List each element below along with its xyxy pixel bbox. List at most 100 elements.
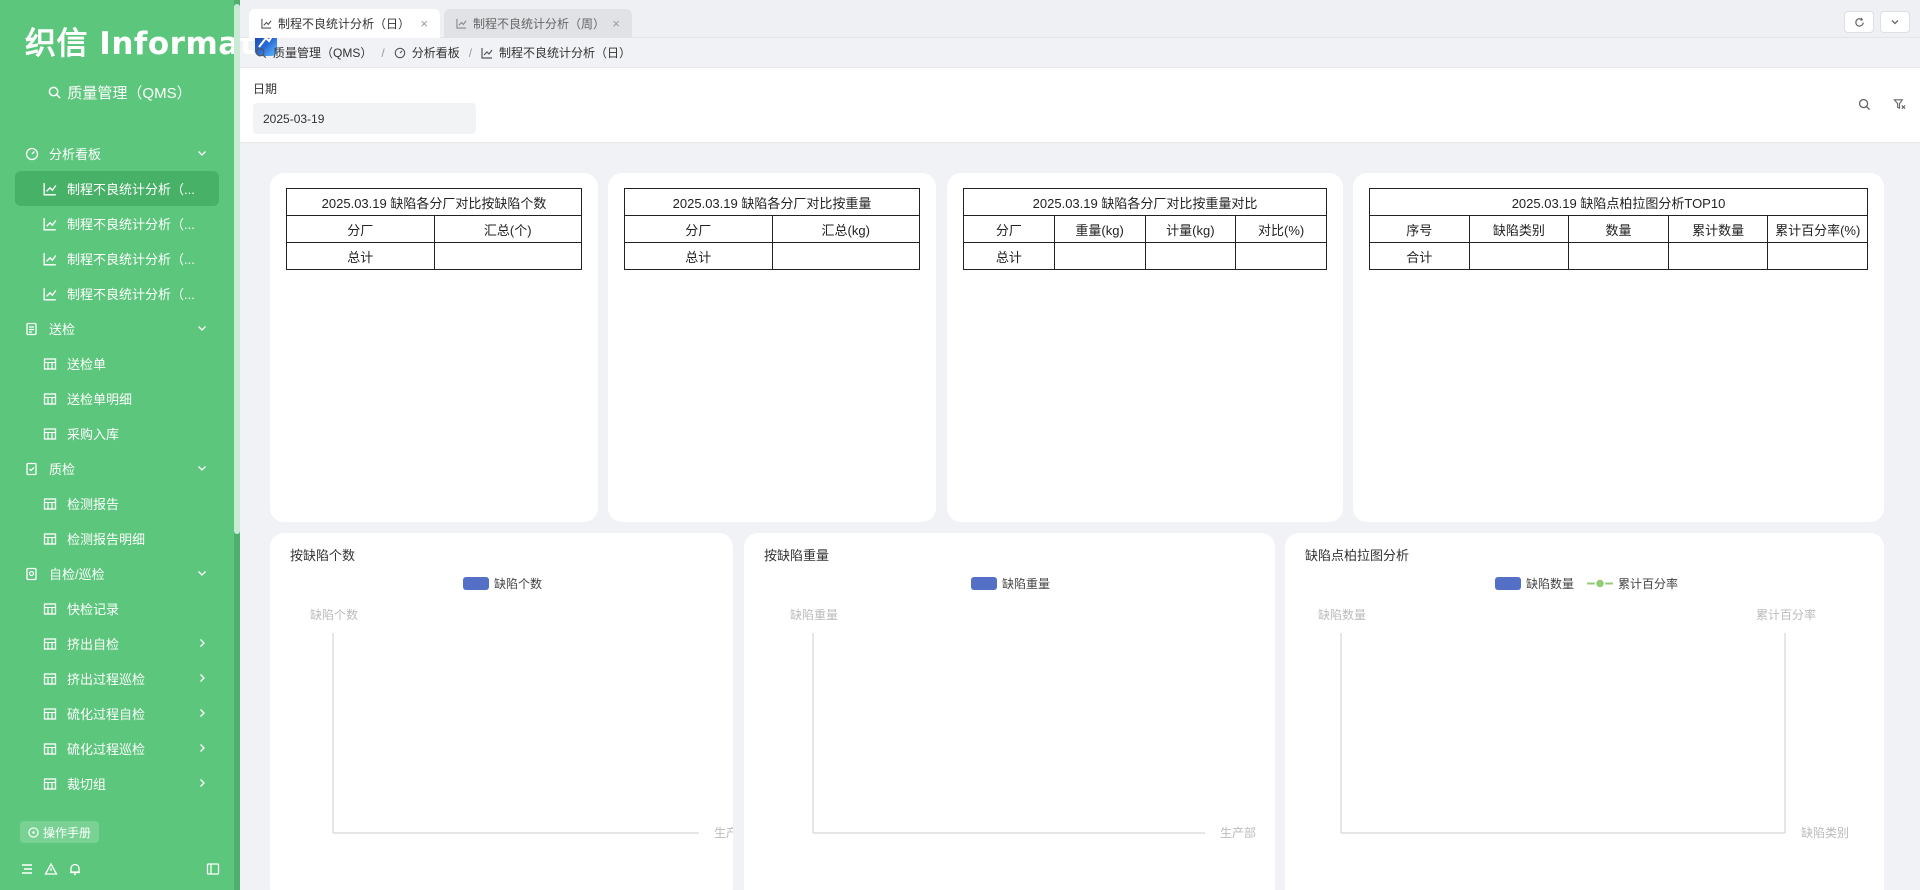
sidebar-menu: 分析看板 制程不良统计分析（... 制程不良统计分析（... 制程不良统计分析（...…: [0, 136, 234, 801]
sidebar-item-7[interactable]: 送检单明细: [0, 381, 234, 416]
app-root: 织信 Informat 质量管理（QMS） 分析看板 制程不良统计分析（... 制程…: [0, 0, 1920, 890]
app-title-label: 质量管理（QMS）: [67, 85, 192, 102]
date-filter-input[interactable]: [253, 103, 476, 134]
alert-icon[interactable]: [44, 862, 58, 876]
sidebar-group-0[interactable]: 分析看板: [0, 136, 234, 171]
manual-button[interactable]: 操作手册: [20, 821, 100, 843]
table-cell: [1568, 242, 1669, 270]
sidebar-item-2[interactable]: 制程不良统计分析（...: [0, 206, 234, 241]
tab-label: 制程不良统计分析（日）: [278, 17, 411, 31]
sidebar-item-15[interactable]: 挤出过程巡检: [0, 661, 234, 696]
chevron-right-icon[interactable]: [195, 706, 209, 720]
sidebar-item-label: 制程不良统计分析（...: [67, 287, 195, 302]
table-header-cell: 分厂: [286, 215, 435, 243]
sidebar-item-label: 检测报告: [67, 497, 120, 512]
chevron-down-icon[interactable]: [195, 146, 209, 160]
sidebar-group-12[interactable]: 自检/巡检: [0, 556, 234, 591]
menu-list-icon[interactable]: [20, 862, 34, 876]
table-icon: [43, 672, 57, 686]
table-pareto-top10: 2025.03.19 缺陷点柏拉图分析TOP10 序号 缺陷类别 数量 累计数量 累计百分…: [1369, 188, 1868, 270]
chart-count-plot: 缺陷个数 生产厂: [310, 607, 733, 840]
document-search-icon: [25, 567, 39, 581]
collapse-sidebar-icon[interactable]: [206, 862, 220, 876]
chart-line-icon: [43, 182, 57, 196]
sidebar-item-16[interactable]: 硫化过程自检: [0, 696, 234, 731]
table-header-cell: 序号: [1369, 215, 1470, 243]
table-header-cell: 分厂: [624, 215, 773, 243]
sidebar-item-13[interactable]: 快检记录: [0, 591, 234, 626]
sidebar-item-17[interactable]: 硫化过程巡检: [0, 731, 234, 766]
sidebar-item-1[interactable]: 制程不良统计分析（...: [15, 171, 219, 206]
table-icon: [43, 777, 57, 791]
x-axis-label: 缺陷类别: [1801, 825, 1849, 840]
sidebar-group-9[interactable]: 质检: [0, 451, 234, 486]
tab-daily[interactable]: 制程不良统计分析（日） ×: [249, 9, 440, 38]
logo[interactable]: 织信 Informat: [25, 22, 278, 62]
dashboard-icon: [25, 147, 39, 161]
sidebar-item-11[interactable]: 检测报告明细: [0, 521, 234, 556]
table-title-row: 2025.03.19 缺陷各分厂对比按重量对比: [963, 188, 1327, 216]
table-cell: [1767, 242, 1868, 270]
app-title[interactable]: 质量管理（QMS）: [0, 82, 240, 103]
sidebar-group-5[interactable]: 送检: [0, 311, 234, 346]
table-title-row: 2025.03.19 缺陷各分厂对比按重量: [624, 188, 920, 216]
chevron-down-icon[interactable]: [195, 321, 209, 335]
document-list-icon: [25, 322, 39, 336]
tab-weekly[interactable]: 制程不良统计分析（周） ×: [444, 9, 632, 38]
table-row: 总计: [286, 242, 582, 270]
chart-card-count: 按缺陷个数 缺陷个数 缺陷个数 生产厂: [270, 533, 733, 890]
table-header-cell: 缺陷类别: [1468, 215, 1570, 243]
chevron-right-icon[interactable]: [195, 671, 209, 685]
clear-filter-icon[interactable]: [1893, 98, 1906, 111]
tab-actions: [1844, 11, 1910, 33]
sidebar-item-label: 检测报告明细: [67, 532, 146, 547]
logo-text: 织信 Informat: [25, 25, 256, 62]
table-icon: [43, 497, 57, 511]
tab-dropdown-button[interactable]: [1880, 11, 1910, 33]
chevron-right-icon[interactable]: [195, 741, 209, 755]
sidebar-item-label: 送检单明细: [67, 392, 133, 407]
sidebar-item-label: 挤出过程巡检: [67, 672, 146, 687]
table-cell: [1144, 242, 1237, 270]
sidebar-item-4[interactable]: 制程不良统计分析（...: [0, 276, 234, 311]
breadcrumb-item-app[interactable]: 质量管理（QMS）: [273, 44, 372, 61]
sidebar-item-label: 送检单: [67, 357, 107, 372]
tab-close-icon[interactable]: ×: [420, 16, 428, 31]
chevron-down-icon[interactable]: [195, 566, 209, 580]
table-header-cell: 分厂: [963, 215, 1055, 243]
refresh-button[interactable]: [1844, 11, 1874, 33]
sidebar-item-18[interactable]: 裁切组: [0, 766, 234, 801]
table-row: 总计: [963, 242, 1327, 270]
table-title-row: 2025.03.19 缺陷各分厂对比按缺陷个数: [286, 188, 582, 216]
sidebar-item-label: 裁切组: [67, 777, 107, 792]
sidebar-item-label: 自检/巡检: [49, 567, 105, 582]
sidebar-item-14[interactable]: 挤出自检: [0, 626, 234, 661]
table-header-cell: 汇总(kg): [771, 215, 920, 243]
sidebar-item-label: 快检记录: [67, 602, 120, 617]
table-title-row: 2025.03.19 缺陷点柏拉图分析TOP10: [1369, 188, 1868, 216]
bell-icon[interactable]: [68, 862, 82, 876]
search-icon[interactable]: [1858, 98, 1871, 111]
sidebar-item-3[interactable]: 制程不良统计分析（...: [0, 241, 234, 276]
breadcrumb-item-dashboard[interactable]: 分析看板: [412, 44, 460, 61]
chart-line-icon: [481, 47, 493, 59]
filter-bar: 日期: [240, 67, 1920, 143]
table-header-cell: 累计百分率(%): [1767, 215, 1868, 243]
sidebar: 织信 Informat 质量管理（QMS） 分析看板 制程不良统计分析（... 制程…: [0, 0, 278, 890]
chevron-down-icon[interactable]: [195, 461, 209, 475]
refresh-icon: [1854, 17, 1864, 27]
y-axis-label: 缺陷数量: [1318, 607, 1366, 622]
table-card-count: 2025.03.19 缺陷各分厂对比按缺陷个数 分厂 汇总(个) 总计: [270, 173, 598, 522]
search-icon: [255, 47, 267, 58]
table-header-row: 分厂 汇总(个): [286, 215, 582, 243]
table-cell: [771, 242, 920, 270]
tab-close-icon[interactable]: ×: [612, 16, 620, 31]
sidebar-item-10[interactable]: 检测报告: [0, 486, 234, 521]
chevron-right-icon[interactable]: [195, 636, 209, 650]
breadcrumb-separator: /: [468, 45, 473, 60]
sidebar-item-8[interactable]: 采购入库: [0, 416, 234, 451]
chevron-right-icon[interactable]: [195, 776, 209, 790]
sidebar-item-6[interactable]: 送检单: [0, 346, 234, 381]
chart-weight-plot: 缺陷重量 生产部: [790, 607, 1256, 840]
table-defect-weight: 2025.03.19 缺陷各分厂对比按重量 分厂 汇总(kg) 总计: [624, 188, 920, 270]
